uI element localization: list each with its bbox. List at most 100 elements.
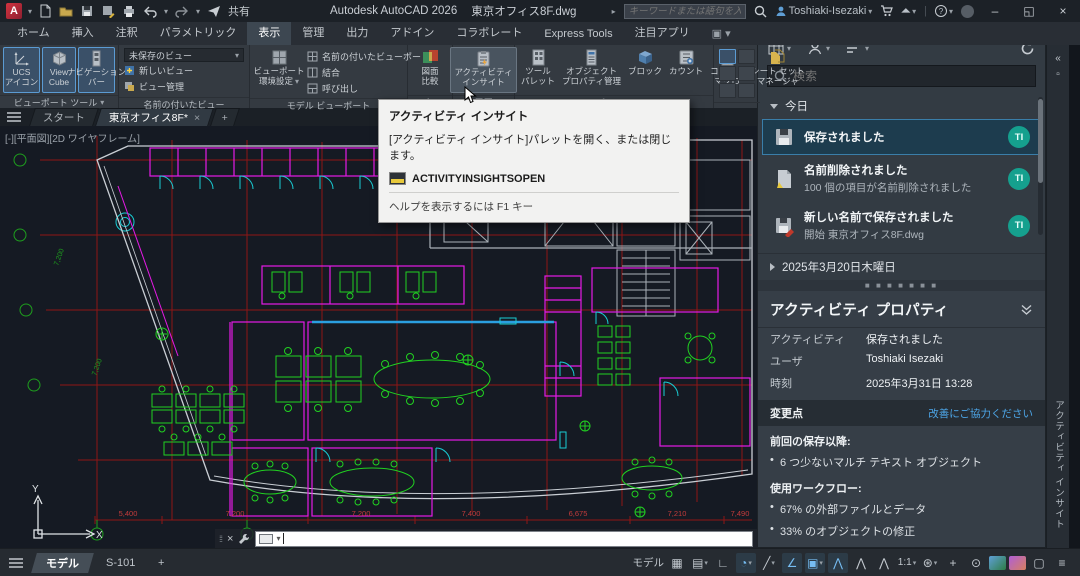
space-toggle-button[interactable]: モデル bbox=[633, 553, 665, 573]
redo-icon[interactable] bbox=[175, 4, 189, 18]
interface-tile-5[interactable] bbox=[719, 83, 736, 98]
restore-button[interactable]: ◱ bbox=[1016, 1, 1042, 21]
help-search-input[interactable] bbox=[624, 4, 746, 19]
tab-parametric[interactable]: パラメトリック bbox=[149, 20, 248, 45]
tab-annotate[interactable]: 注釈 bbox=[105, 20, 149, 45]
palette-properties-icon[interactable]: ▫ bbox=[1056, 66, 1060, 82]
list-scrollbar[interactable] bbox=[1038, 97, 1043, 235]
close-doc-icon[interactable]: × bbox=[194, 112, 200, 124]
qat-customize-caret-icon[interactable]: ▾ bbox=[196, 7, 200, 16]
polar-tracking-icon[interactable]: ◔▾ bbox=[736, 553, 756, 573]
status-customize-icon[interactable]: ≡ bbox=[1052, 553, 1072, 573]
minimize-button[interactable]: – bbox=[982, 1, 1008, 21]
hardware-accel-icon[interactable] bbox=[1009, 556, 1026, 570]
grid-toggle-icon[interactable]: ▦ bbox=[667, 553, 687, 573]
command-drag-handle[interactable]: ⁞⁞ bbox=[219, 534, 222, 544]
properties-palette-button[interactable]: オブジェクトプロパティ管理 bbox=[559, 47, 624, 93]
annotation-visibility-icon[interactable]: ⋀ bbox=[828, 553, 848, 573]
new-drawing-tab[interactable]: + bbox=[210, 108, 240, 126]
interface-tile-4[interactable] bbox=[738, 66, 755, 81]
activity-item-saved-as[interactable]: 新しい名前で保存されました開始 東京オフィス8F.dwg TI bbox=[762, 202, 1041, 249]
open-folder-icon[interactable] bbox=[59, 4, 73, 18]
model-tab[interactable]: モデル bbox=[31, 553, 94, 573]
share-plane-icon[interactable] bbox=[207, 4, 221, 18]
new-view-button[interactable]: 新しいビュー bbox=[124, 63, 244, 78]
clean-screen-icon[interactable]: ▢ bbox=[1029, 553, 1049, 573]
tab-insert[interactable]: 挿入 bbox=[61, 20, 105, 45]
search-icon[interactable] bbox=[754, 5, 767, 18]
command-line[interactable]: ⁞⁞ × ▾ bbox=[215, 529, 757, 548]
tab-collaborate[interactable]: コラボレート bbox=[445, 20, 533, 45]
isolate-objects-icon[interactable]: ⊙ bbox=[966, 553, 986, 573]
palette-autohide-icon[interactable]: « bbox=[1055, 50, 1061, 66]
drawing-compare-button[interactable]: 図面比較 bbox=[419, 47, 442, 93]
interface-tile-6[interactable] bbox=[738, 83, 755, 98]
autodesk-apps-button[interactable]: ⏶▾ bbox=[901, 5, 916, 18]
view-list-dropdown[interactable]: 未保存のビュー▾ bbox=[124, 48, 244, 62]
app-menu-button[interactable]: A bbox=[6, 3, 22, 19]
collapse-chevron-icon[interactable] bbox=[1020, 304, 1033, 316]
signed-in-user[interactable]: Toshiaki-Isezaki▾ bbox=[775, 5, 873, 17]
feedback-link[interactable]: 改善にご協力ください bbox=[928, 406, 1033, 421]
tab-home[interactable]: ホーム bbox=[6, 20, 61, 45]
file-tab-menu-icon[interactable] bbox=[6, 111, 22, 123]
count-palette-button[interactable]: カウント bbox=[666, 47, 706, 93]
viewport-configuration-button[interactable]: ビューポート 環境設定▾ bbox=[253, 47, 305, 96]
plot-icon[interactable] bbox=[122, 4, 136, 18]
activity-item-purged[interactable]: 名前削除されました100 個の項目が名前削除されました TI bbox=[762, 155, 1041, 202]
interface-tile-1[interactable] bbox=[719, 49, 736, 64]
new-layout-button[interactable]: + bbox=[147, 553, 175, 573]
viewport-controls-label[interactable]: [-][平面図][2D ワイヤフレーム] bbox=[5, 130, 140, 145]
panel-label-viewport-tools[interactable]: ビューポート ツール▾ bbox=[0, 95, 118, 108]
ucs-icon-button[interactable]: UCSアイコン bbox=[3, 47, 40, 93]
save-icon[interactable] bbox=[80, 4, 94, 18]
object-snap-tracking-icon[interactable]: ∠ bbox=[782, 553, 802, 573]
blocks-palette-button[interactable]: ブロック bbox=[625, 47, 665, 93]
interface-tile-3[interactable] bbox=[719, 66, 736, 81]
group-today[interactable]: 今日 bbox=[758, 93, 1045, 119]
cart-icon[interactable] bbox=[880, 5, 893, 17]
annotation-scale-icon[interactable]: ⋀ bbox=[874, 553, 894, 573]
command-wrench-icon[interactable] bbox=[238, 533, 250, 545]
tab-start[interactable]: スタート bbox=[29, 108, 99, 126]
share-button[interactable]: 共有 bbox=[228, 3, 250, 19]
search-expand-icon[interactable]: ▸ bbox=[612, 7, 616, 16]
ribbon-display-toggle-icon[interactable]: ▣ ▾ bbox=[701, 23, 742, 45]
command-input[interactable]: ▾ bbox=[255, 531, 753, 547]
activity-insights-button[interactable]: アクティビティインサイト bbox=[450, 47, 516, 93]
annotation-autoscale-icon[interactable]: ⋀ bbox=[851, 553, 871, 573]
tab-express-tools[interactable]: Express Tools bbox=[533, 24, 623, 45]
palette-vertical-title[interactable]: アクティビティ インサイト bbox=[1051, 400, 1065, 530]
tab-featured-apps[interactable]: 注目アプリ bbox=[624, 20, 701, 45]
tab-manage[interactable]: 管理 bbox=[291, 20, 335, 45]
command-close-icon[interactable]: × bbox=[227, 533, 233, 545]
view-manager-button[interactable]: ビュー管理 bbox=[124, 79, 244, 94]
tab-document[interactable]: 東京オフィス8F*× bbox=[95, 108, 214, 126]
tool-palettes-button[interactable]: ツールパレット bbox=[518, 47, 558, 93]
app-menu-caret-icon[interactable]: ▾ bbox=[28, 7, 32, 16]
notification-icon[interactable] bbox=[961, 5, 974, 18]
tab-view[interactable]: 表示 bbox=[247, 20, 291, 45]
close-button[interactable]: × bbox=[1050, 1, 1076, 21]
ortho-toggle-icon[interactable]: ∟ bbox=[713, 553, 733, 573]
palette-search-input[interactable] bbox=[793, 69, 1029, 83]
activity-item-saved[interactable]: 保存されました TI bbox=[762, 119, 1041, 155]
palette-splitter[interactable]: ■ ■ ■ ■ ■ ■ ■ bbox=[758, 280, 1045, 291]
undo-icon[interactable] bbox=[143, 4, 157, 18]
new-file-icon[interactable] bbox=[38, 4, 52, 18]
interface-tile-2[interactable] bbox=[738, 49, 755, 64]
scale-select[interactable]: 1:1▾ bbox=[897, 553, 917, 573]
command-history-icon[interactable] bbox=[259, 534, 273, 544]
undo-caret-icon[interactable]: ▾ bbox=[164, 7, 168, 16]
tab-addins[interactable]: アドイン bbox=[379, 20, 445, 45]
add-cleanup-icon[interactable]: + bbox=[943, 553, 963, 573]
customization-gear-icon[interactable]: ⊛▾ bbox=[920, 553, 940, 573]
palette-search[interactable] bbox=[767, 65, 1036, 87]
object-snap-icon[interactable]: ▣▾ bbox=[805, 553, 825, 573]
tab-output[interactable]: 出力 bbox=[335, 20, 379, 45]
layout-tab-s101[interactable]: S-101 bbox=[91, 553, 150, 573]
isodraft-icon[interactable]: ╱▾ bbox=[759, 553, 779, 573]
navigation-bar-button[interactable]: ナビゲーションバー bbox=[78, 47, 115, 93]
group-previous-day[interactable]: 2025年3月20日木曜日 bbox=[758, 253, 1045, 280]
help-button[interactable]: ?▾ bbox=[935, 5, 953, 17]
